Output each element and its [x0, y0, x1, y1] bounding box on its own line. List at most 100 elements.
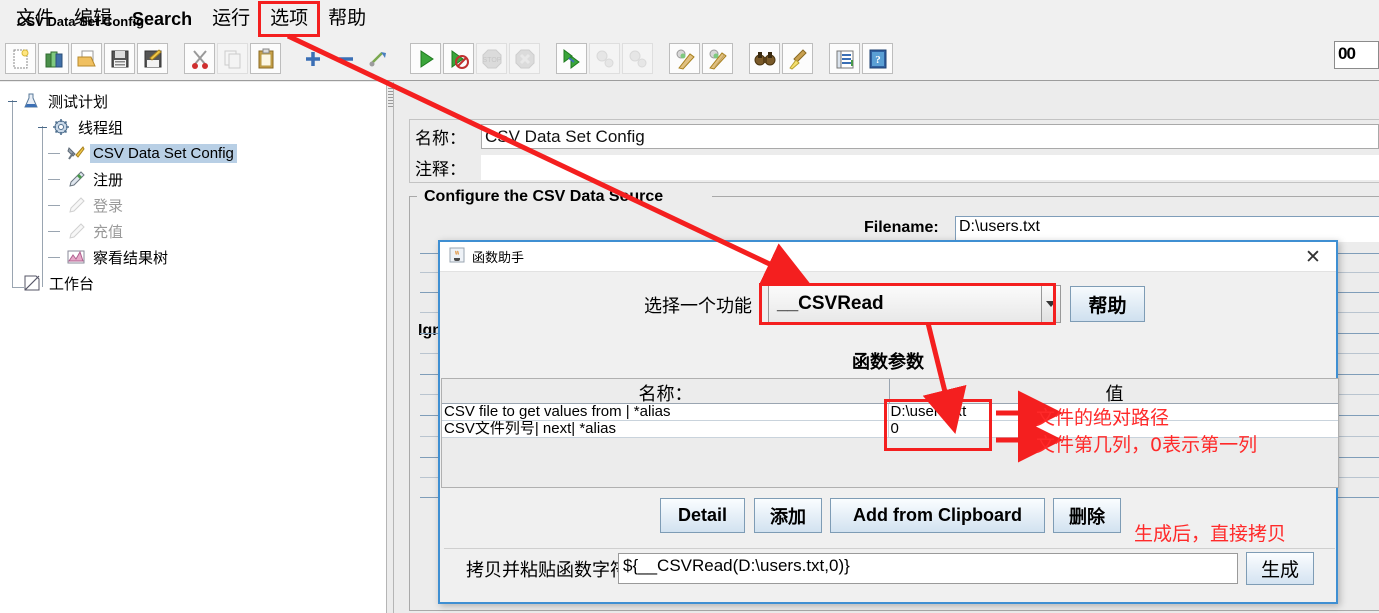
expand-plus-icon[interactable] [297, 43, 328, 74]
help-book-icon[interactable]: ? [862, 43, 893, 74]
save-icon[interactable] [104, 43, 135, 74]
active-threads-counter: 00 [1334, 41, 1379, 69]
generate-button-label: 生成 [1260, 560, 1299, 581]
svg-text:STOP: STOP [482, 57, 501, 64]
comment-input[interactable] [481, 155, 1379, 180]
name-label: 名称： [415, 129, 466, 148]
templates-icon[interactable] [38, 43, 69, 74]
add-button[interactable]: 添加 [754, 498, 822, 533]
collapse-minus-icon[interactable] [330, 43, 361, 74]
menu-item-run[interactable]: 运行 [202, 3, 260, 35]
tree-node-view-results-tree[interactable]: 察看结果树 [6, 244, 386, 270]
comment-label: 注释： [415, 160, 466, 179]
detail-button-label: Detail [677, 505, 728, 525]
http-sampler-disabled-icon [66, 221, 86, 241]
svg-text:?: ? [875, 54, 881, 66]
thread-group-icon [51, 117, 71, 137]
function-string-input[interactable]: ${__CSVRead(D:\users.txt,0)} [618, 553, 1238, 584]
tree-node-test-plan[interactable]: 测试计划 [6, 88, 386, 114]
comment-field-row: 注释： [415, 155, 1379, 180]
help-button-label: 帮助 [1088, 295, 1127, 317]
tree-node-csv-data-set-config[interactable]: CSV Data Set Config [6, 140, 386, 166]
toolbar-group-run: STOP [409, 43, 541, 74]
tree-node-thread-group[interactable]: 线程组 [6, 114, 386, 140]
remote-start-icon[interactable] [556, 43, 587, 74]
reset-search-broom-icon[interactable] [782, 43, 813, 74]
tree-node-label: 工作台 [49, 275, 95, 293]
stop-icon: STOP [476, 43, 507, 74]
generate-button[interactable]: 生成 [1246, 552, 1314, 585]
tree-node-login[interactable]: 登录 [6, 192, 386, 218]
tree-expand-handle[interactable] [8, 97, 17, 106]
test-plan-icon [21, 91, 41, 111]
add-from-clipboard-button[interactable]: Add from Clipboard [830, 498, 1045, 533]
cut-scissors-icon[interactable] [184, 43, 215, 74]
toolbar-group-search [748, 43, 814, 74]
menu-bar: 文件 编辑 Search 运行 选项 帮助 [0, 0, 1379, 37]
tree-node-label: 注册 [93, 171, 124, 189]
toggle-icon[interactable] [363, 43, 394, 74]
table-row[interactable]: CSV file to get values from | *alias D:\… [442, 404, 1338, 421]
caret-glyph [1046, 301, 1056, 307]
dialog-title: 函数助手 [472, 250, 525, 265]
select-function-label: 选择一个功能 [644, 296, 752, 316]
tree-guide-line [48, 257, 60, 258]
shutdown-icon [509, 43, 540, 74]
save-as-icon[interactable] [137, 43, 168, 74]
delete-button[interactable]: 删除 [1053, 498, 1121, 533]
workbench-icon [22, 273, 42, 293]
java-coffee-icon [449, 247, 465, 266]
tree-node-label: 测试计划 [48, 93, 109, 111]
menu-item-help[interactable]: 帮助 [318, 3, 376, 35]
tree-expand-handle[interactable] [38, 123, 47, 132]
new-document-icon[interactable] [5, 43, 36, 74]
copy-icon[interactable] [217, 43, 248, 74]
search-binoculars-icon[interactable] [749, 43, 780, 74]
add-from-clipboard-label: Add from Clipboard [853, 505, 1022, 525]
close-x-icon[interactable]: ✕ [1294, 244, 1332, 270]
start-no-pauses-icon[interactable] [443, 43, 474, 74]
splitter-grip[interactable] [388, 85, 393, 107]
start-play-icon[interactable] [410, 43, 441, 74]
annotation-column-index: 文件第几列，0表示第一列 [1036, 434, 1258, 456]
tree-node-label: 线程组 [78, 119, 124, 137]
toolbar-group-file [4, 43, 169, 74]
dialog-title-bar[interactable]: 函数助手 ✕ [440, 242, 1336, 272]
test-plan-tree-pane[interactable]: 测试计划 线程组 CSV Data Set Config 注册 登录 充值 察看… [0, 82, 386, 613]
tree-node-register[interactable]: 注册 [6, 166, 386, 192]
menu-item-options[interactable]: 选项 [258, 0, 321, 37]
paste-clipboard-icon[interactable] [250, 43, 281, 74]
toolbar-group-clear [668, 43, 734, 74]
filename-label: Filename: [864, 219, 939, 236]
tree-guide-line [48, 205, 60, 206]
http-sampler-icon [66, 169, 86, 189]
help-button[interactable]: 帮助 [1070, 286, 1145, 322]
group-title: Configure the CSV Data Source [420, 188, 668, 206]
clear-icon[interactable] [669, 43, 700, 74]
clear-all-icon[interactable] [702, 43, 733, 74]
toolbar-group-remote [555, 43, 654, 74]
group-border-left [409, 196, 417, 197]
detail-button[interactable]: Detail [660, 498, 745, 533]
toolbar: STOP ? 00 [0, 37, 1379, 81]
name-field-row: 名称： CSV Data Set Config [415, 124, 1379, 149]
function-helper-list-icon[interactable] [829, 43, 860, 74]
tree-node-workbench[interactable]: 工作台 [6, 270, 386, 296]
toolbar-group-tree [296, 43, 395, 74]
open-folder-icon[interactable] [71, 43, 102, 74]
tree-guide-line [48, 153, 60, 154]
page-title: CSV Data Set Config [17, 14, 145, 29]
filename-input[interactable]: D:\users.txt [955, 216, 1379, 242]
toolbar-group-edit [183, 43, 282, 74]
tree-node-recharge[interactable]: 充值 [6, 218, 386, 244]
toolbar-group-help: ? [828, 43, 894, 74]
annotation-generate-copy: 生成后，直接拷贝 [1134, 523, 1287, 545]
chevron-down-icon[interactable] [1041, 285, 1061, 323]
test-plan-tree[interactable]: 测试计划 线程组 CSV Data Set Config 注册 登录 充值 察看… [0, 82, 386, 296]
pane-splitter[interactable] [386, 82, 394, 613]
param-name-cell: CSV文件列号| next| *alias [442, 421, 889, 437]
name-input[interactable]: CSV Data Set Config [481, 124, 1379, 149]
function-parameters-title: 函数参数 [852, 352, 924, 372]
function-select-combobox[interactable]: __CSVRead [768, 285, 1053, 323]
tree-node-label: CSV Data Set Config [90, 143, 237, 163]
